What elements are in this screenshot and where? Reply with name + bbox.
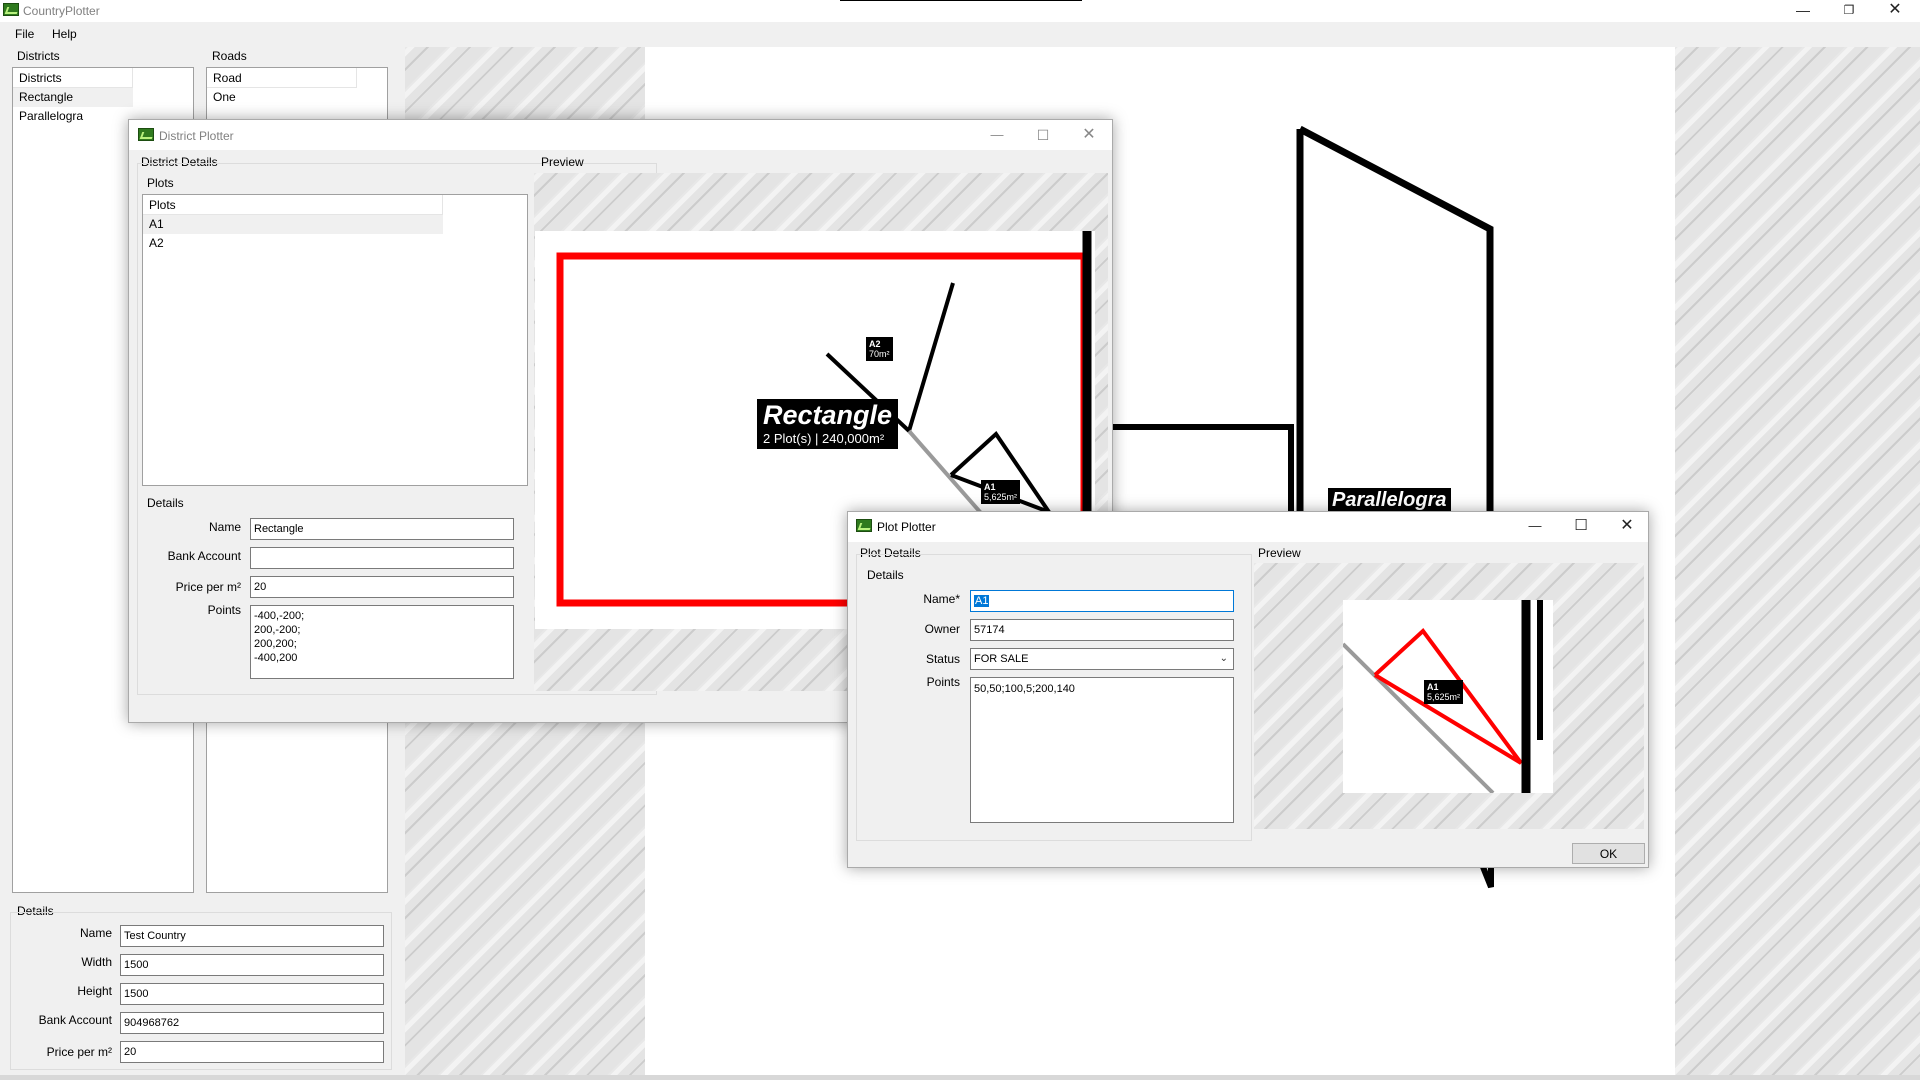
- plot-preview-name: A1: [1427, 682, 1439, 692]
- district-bank-label: Bank Account: [167, 549, 241, 563]
- district-info-text: 2 Plot(s) | 240,000m²: [763, 431, 885, 446]
- close-icon[interactable]: ✕: [1604, 511, 1650, 541]
- minimize-icon[interactable]: —: [1512, 511, 1558, 541]
- district-preview-label: Preview: [541, 155, 584, 169]
- restore-icon[interactable]: ❐: [1826, 0, 1872, 25]
- plot-preview-canvas[interactable]: A1 5,625m²: [1343, 600, 1553, 793]
- map-background-right: [1675, 47, 1920, 1075]
- list-item[interactable]: One: [207, 88, 357, 107]
- points-line: -400,-200;: [254, 610, 305, 622]
- district-name-label-box: Rectangle 2 Plot(s) | 240,000m²: [757, 399, 899, 449]
- main-titlebar[interactable]: CountryPlotter — ❐ ✕: [0, 0, 1920, 22]
- country-height-label: Height: [77, 984, 112, 998]
- app-icon: [138, 128, 154, 141]
- main-title: CountryPlotter: [23, 4, 100, 18]
- district-sub-details-label: Details: [147, 496, 184, 510]
- district-titlebar[interactable]: District Plotter — ☐ ✕: [129, 120, 1112, 150]
- plot-points-label: Points: [926, 675, 960, 689]
- minimize-icon[interactable]: —: [974, 120, 1020, 150]
- roads-group-label: Roads: [212, 49, 247, 63]
- road-line: [1105, 424, 1294, 517]
- plot-a1-area: 5,625m²: [984, 492, 1018, 502]
- plot-status-value: FOR SALE: [974, 653, 1029, 665]
- minimize-icon[interactable]: —: [1780, 0, 1826, 25]
- plot-a2-area: 70m²: [869, 349, 890, 359]
- district-points-field[interactable]: -400,-200; 200,-200; 200,200; -400,200: [250, 605, 514, 679]
- district-points-label: Points: [207, 603, 241, 617]
- country-bank-field[interactable]: 904968762: [120, 1012, 384, 1034]
- plot-name-selected-text: A1: [974, 595, 990, 607]
- plot-a2-label: A2 70m²: [866, 337, 893, 361]
- plot-name-field[interactable]: A1: [970, 590, 1234, 612]
- app-icon: [856, 519, 872, 532]
- plot-status-label: Status: [925, 652, 960, 666]
- country-bank-label: Bank Account: [38, 1013, 112, 1027]
- district-window-title: District Plotter: [159, 129, 234, 143]
- menu-file[interactable]: File: [15, 27, 34, 41]
- country-height-field[interactable]: 1500: [120, 983, 384, 1005]
- country-width-label: Width: [81, 955, 112, 969]
- list-item[interactable]: Rectangle: [13, 88, 133, 107]
- app-icon: [3, 3, 19, 16]
- plot-a1-label: A1 5,625m²: [981, 480, 1021, 504]
- road-segment: [1343, 642, 1495, 793]
- country-width-field[interactable]: 1500: [120, 954, 384, 976]
- points-line: -400,200: [254, 652, 298, 664]
- status-bar-divider: [0, 1075, 1920, 1080]
- districts-list-header[interactable]: Districts: [13, 68, 133, 88]
- country-price-label: Price per m²: [46, 1045, 112, 1059]
- district-name-field[interactable]: Rectangle: [250, 518, 514, 540]
- menu-bar: File Help: [0, 24, 1920, 44]
- plot-preview-label-box: A1 5,625m²: [1424, 680, 1464, 704]
- close-icon[interactable]: ✕: [1066, 120, 1112, 150]
- close-icon[interactable]: ✕: [1872, 0, 1918, 25]
- list-item[interactable]: A2: [143, 234, 443, 253]
- roads-list-header[interactable]: Road: [207, 68, 357, 88]
- plot-name-label: Name*: [923, 592, 960, 606]
- country-name-label: Name: [79, 926, 112, 940]
- country-price-field[interactable]: 20: [120, 1041, 384, 1063]
- country-name-field[interactable]: Test Country: [120, 925, 384, 947]
- plot-sub-details-label: Details: [867, 568, 904, 582]
- district-name-text: Rectangle: [763, 400, 893, 430]
- points-line: 200,-200;: [254, 624, 301, 636]
- plot-a1-name: A1: [984, 482, 996, 492]
- plot-titlebar[interactable]: Plot Plotter — ☐ ✕: [848, 512, 1648, 542]
- points-line: 200,200;: [254, 638, 297, 650]
- plot-preview-label: Preview: [1258, 546, 1301, 560]
- maximize-icon[interactable]: ☐: [1020, 120, 1066, 150]
- ok-button[interactable]: OK: [1572, 843, 1645, 864]
- list-item[interactable]: Parallelogra: [13, 107, 133, 126]
- chevron-down-icon: ⌄: [1219, 653, 1228, 664]
- plot-preview-area: 5,625m²: [1427, 692, 1461, 702]
- list-item[interactable]: A1: [143, 215, 443, 234]
- parallelogram-district-label: Parallelogra: [1328, 488, 1451, 512]
- district-price-field[interactable]: 20: [250, 576, 514, 598]
- plot-a2-name: A2: [869, 339, 881, 349]
- plot-points-field[interactable]: 50,50;100,5;200,140: [970, 677, 1234, 823]
- plot-owner-field[interactable]: 57174: [970, 619, 1234, 641]
- plots-list-header[interactable]: Plots: [143, 195, 443, 215]
- maximize-icon[interactable]: ☐: [1558, 511, 1604, 541]
- plot-window-title: Plot Plotter: [877, 520, 936, 534]
- title-drag-indicator: [840, 0, 1082, 1]
- districts-group-label: Districts: [17, 49, 60, 63]
- plot-plotter-window: Plot Plotter — ☐ ✕ Plot Details Details …: [847, 511, 1649, 868]
- plot-status-select[interactable]: FOR SALE ⌄: [970, 648, 1234, 670]
- plots-group-label: Plots: [147, 176, 174, 190]
- plots-list[interactable]: Plots A1 A2: [142, 194, 528, 486]
- district-bank-field[interactable]: [250, 547, 514, 569]
- district-name-label: Name: [208, 520, 241, 534]
- menu-help[interactable]: Help: [52, 27, 77, 41]
- district-price-label: Price per m²: [175, 580, 241, 594]
- plot-owner-label: Owner: [924, 622, 960, 636]
